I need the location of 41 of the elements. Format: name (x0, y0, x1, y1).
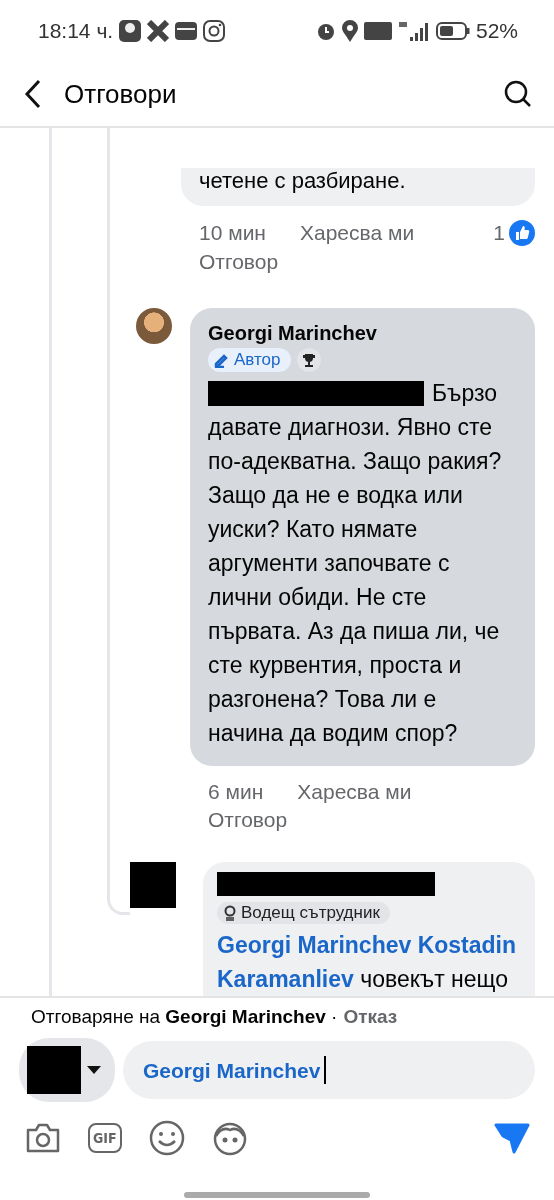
battery-level: 52% (475, 19, 518, 43)
author-badge: Автор (208, 348, 291, 372)
comment-text: Бързо (432, 379, 498, 408)
author-name[interactable]: Georgi Marinchev (208, 322, 517, 345)
search-icon[interactable] (504, 80, 532, 108)
comment-text: четене с разбиране. (199, 168, 406, 193)
back-icon[interactable] (24, 79, 42, 109)
battery-icon (435, 22, 470, 40)
app-icon (119, 20, 142, 42)
cancel-link[interactable]: Отказ (343, 1006, 398, 1028)
camera-icon[interactable] (25, 1122, 61, 1154)
comment-field[interactable]: Georgi Marinchev (123, 1041, 535, 1099)
comment-text: Georgi Marinchev Kostadin Karamanliev човекът нещо (217, 931, 518, 994)
gif-button[interactable]: GIF (88, 1123, 122, 1153)
account-switcher[interactable] (19, 1038, 115, 1102)
caret-icon (87, 1066, 101, 1074)
comment-time: 6 мин (208, 780, 264, 804)
camera-app-icon (203, 20, 226, 42)
signal-icon (397, 21, 430, 41)
avatar[interactable] (136, 308, 172, 344)
smiley-icon[interactable] (148, 1120, 185, 1156)
page-title: Отговори (64, 78, 178, 110)
reaction-count: 1 (493, 221, 505, 245)
avatar-face-icon[interactable] (211, 1120, 248, 1156)
reply-context: Отговаряне на Georgi Marinchev · (31, 1006, 338, 1028)
location-icon (341, 20, 358, 42)
comment-time: 10 мин (199, 221, 266, 245)
alarm-icon (315, 21, 336, 41)
clock: 18:14 ч. (38, 19, 114, 43)
comment-text: давате диагнози. Явно сте по-адекватна. Защо ракия? Защо да не е водка или уиски? Като нямате аргументи започвате с лични обиди. Не сте първата. Аз да пиша ли, че сте курвентия, проста и разгонена? Това ли е начина да водим спор? (208, 413, 503, 748)
reply-link[interactable]: Отговор (199, 250, 279, 273)
contributor-badge: Водещ сътрудник (217, 902, 390, 924)
reply-link[interactable]: Отговор (208, 808, 288, 831)
cross-icon (147, 20, 170, 42)
like-link[interactable]: Харесва ми (299, 221, 415, 245)
like-link[interactable]: Харесва ми (297, 780, 412, 804)
wallet-icon (175, 22, 198, 40)
redacted-avatar (130, 862, 176, 908)
trophy-icon (296, 348, 321, 372)
send-icon[interactable] (494, 1122, 530, 1154)
like-icon (509, 220, 535, 246)
